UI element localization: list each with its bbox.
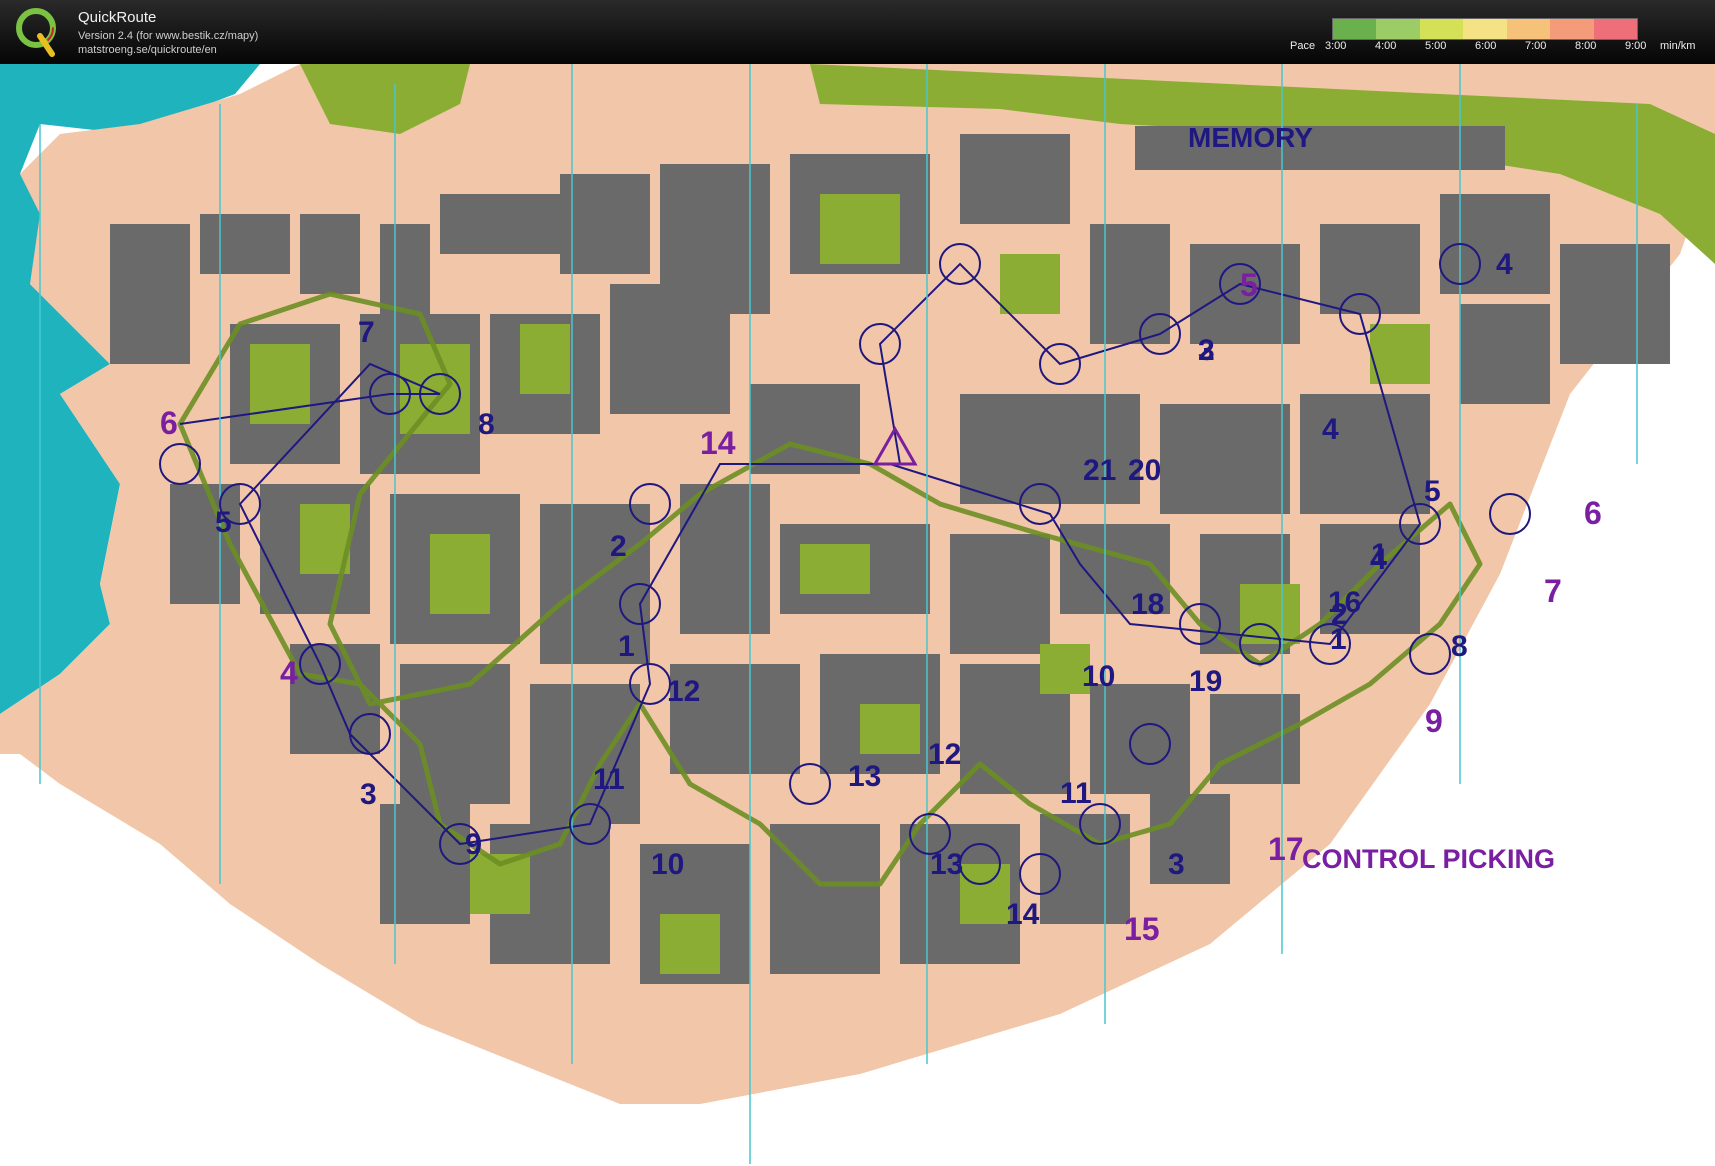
app-header: QuickRoute Version 2.4 (for www.bestik.c…: [0, 0, 1715, 64]
memory-label: MEMORY: [1188, 122, 1313, 153]
control-number: 4: [1322, 413, 1339, 446]
control-number: 21: [1083, 454, 1116, 487]
pace-color-swatch: [1593, 19, 1637, 39]
control-number: 12: [667, 675, 700, 708]
control-number-purple: 7: [1544, 573, 1562, 609]
pace-color-swatch: [1550, 19, 1594, 39]
control-number: 11: [1060, 777, 1092, 810]
control-number: 9: [465, 828, 482, 861]
pace-label: Pace: [1290, 40, 1316, 52]
pace-color-swatch: [1419, 19, 1464, 39]
control-number-purple: 5: [1240, 267, 1258, 303]
control-number: 18: [1131, 588, 1164, 621]
control-number: 2: [1331, 598, 1348, 631]
control-number: 19: [1189, 665, 1222, 698]
control-number: 3: [1198, 334, 1215, 367]
app-url: matstroeng.se/quickroute/en: [78, 44, 217, 56]
pace-tick: 8:00: [1575, 40, 1597, 52]
control-number: 1: [618, 630, 635, 663]
control-number: 13: [848, 760, 881, 793]
control-number: 8: [478, 408, 495, 441]
app-version: Version 2.4 (for www.bestik.cz/mapy): [78, 30, 259, 42]
pace-scale-labels: Pace 3:00 4:00 5:00 6:00 7:00 8:00 9:00 …: [1290, 40, 1710, 54]
app-title: QuickRoute: [78, 9, 157, 26]
pace-tick: 9:00: [1625, 40, 1647, 52]
control-number-purple: 6: [1584, 495, 1602, 531]
pace-color-swatch: [1376, 19, 1420, 39]
control-number: 11: [593, 763, 625, 796]
pace-tick: 7:00: [1525, 40, 1547, 52]
control-number: 10: [651, 848, 684, 881]
control-number: 3: [360, 778, 377, 811]
control-picking-label: CONTROL PICKING: [1302, 844, 1555, 874]
control-number: 4: [1370, 543, 1387, 576]
pace-color-swatch: [1463, 19, 1507, 39]
control-number: 5: [215, 506, 232, 539]
control-number: 5: [1424, 475, 1441, 508]
control-number: 20: [1128, 454, 1161, 487]
pace-color-scale: [1332, 18, 1638, 40]
control-number-purple: 9: [1425, 703, 1443, 739]
control-number: 14: [1006, 898, 1040, 931]
pace-tick: 5:00: [1425, 40, 1447, 52]
control-number-purple: 6: [160, 405, 178, 441]
pace-color-swatch: [1333, 19, 1377, 39]
control-number: 3: [1168, 848, 1185, 881]
control-number: 8: [1451, 630, 1468, 663]
pace-color-swatch: [1506, 19, 1551, 39]
control-number-purple: 14: [700, 425, 736, 461]
control-number: 12: [928, 738, 961, 771]
pace-tick: 4:00: [1375, 40, 1397, 52]
control-number-purple: 4: [280, 655, 298, 691]
control-number: 4: [1496, 248, 1513, 281]
orienteering-map[interactable]: MEMORY CONTROL PICKING 614456791517 7854…: [0, 64, 1715, 1166]
pace-tick: 6:00: [1475, 40, 1497, 52]
control-number: 7: [358, 316, 375, 349]
control-number: 13: [930, 848, 963, 881]
quickroute-logo-icon: [16, 8, 56, 57]
control-number-purple: 15: [1124, 911, 1160, 947]
pace-unit: min/km: [1660, 40, 1696, 52]
control-number: 10: [1082, 660, 1115, 693]
pace-tick: 3:00: [1325, 40, 1347, 52]
control-number: 2: [610, 530, 627, 563]
control-number-purple: 17: [1268, 831, 1304, 867]
